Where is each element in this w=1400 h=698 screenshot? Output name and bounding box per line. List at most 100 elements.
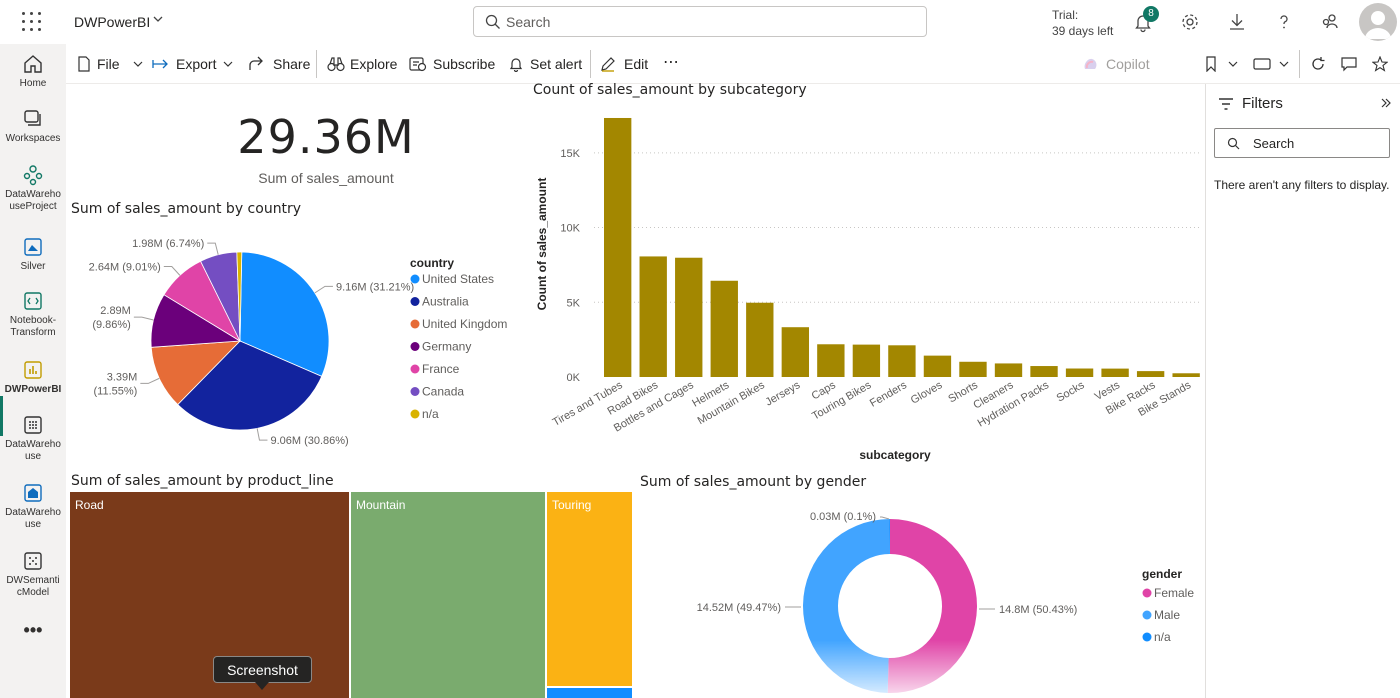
legend-item-female[interactable]: Female <box>1154 586 1194 600</box>
nav-item-datawarehouseproject[interactable]: DataWareho useProject <box>0 164 66 213</box>
workspace-title[interactable]: DWPowerBI <box>74 14 150 30</box>
more-icon[interactable]: ••• <box>0 621 66 639</box>
bar-bottles-and-cages[interactable] <box>675 257 703 377</box>
chevron-down-icon <box>1279 61 1289 67</box>
view-layout-icon <box>1253 58 1271 70</box>
search-input[interactable]: Search <box>473 6 927 37</box>
bar-jerseys[interactable] <box>781 327 810 377</box>
nav-item-notebook-transform[interactable]: Notebook- Transform <box>0 290 66 339</box>
treemap-tile-mountain[interactable] <box>351 492 545 698</box>
legend-item-united-kingdom[interactable]: United Kingdom <box>422 317 507 331</box>
subscribe-icon <box>409 57 427 72</box>
treemap-tile-other-sales[interactable] <box>547 688 632 698</box>
x-tick-label: Fenders <box>868 379 909 410</box>
pie-data-label: (11.55%) <box>94 385 138 397</box>
filters-search-input[interactable]: Search <box>1214 128 1390 158</box>
nav-item-datawarehouse-1[interactable]: DataWareho use <box>0 414 66 463</box>
bar-mountain-bikes[interactable] <box>746 302 774 377</box>
country-pie-title: Sum of sales_amount by country <box>71 201 302 217</box>
bar-caps[interactable] <box>817 344 845 377</box>
filters-pane: Filters Search There aren't any filters … <box>1205 84 1400 698</box>
bar-shorts[interactable] <box>959 361 987 377</box>
bottom-fade-overlay <box>660 640 1205 698</box>
avatar[interactable] <box>1359 3 1397 41</box>
download-icon[interactable] <box>1226 11 1248 33</box>
legend-marker-australia <box>410 297 420 306</box>
nav-item-dwpowerbi[interactable]: DWPowerBI <box>0 359 66 396</box>
filter-icon <box>1219 98 1233 110</box>
legend-marker-female <box>1142 588 1152 598</box>
pie-leader-line <box>163 266 181 276</box>
gear-icon[interactable] <box>1179 11 1201 33</box>
toolbar-divider <box>590 50 591 78</box>
chevron-down-icon[interactable] <box>152 13 164 28</box>
tooltip-pointer <box>255 682 269 690</box>
bar-socks[interactable] <box>1065 368 1094 377</box>
legend-item-canada[interactable]: Canada <box>422 385 464 399</box>
bar-road-bikes[interactable] <box>639 256 667 377</box>
donut-leader-line <box>880 516 890 520</box>
notification-badge: 8 <box>1143 6 1159 22</box>
bar-fenders[interactable] <box>888 345 916 377</box>
share-label: Share <box>273 56 311 72</box>
collapse-chevron-icon[interactable] <box>1380 97 1392 109</box>
nav-item-datawarehouse-2[interactable]: DataWareho use <box>0 482 66 531</box>
pie-data-label: (9.86%) <box>92 319 131 331</box>
dataset-grid-icon <box>24 416 42 434</box>
export-arrow-icon <box>152 59 168 69</box>
bar-gloves[interactable] <box>923 355 952 377</box>
x-axis-title: subcategory <box>859 448 931 462</box>
chevron-down-icon <box>133 61 143 67</box>
legend-item-united-states[interactable]: United States <box>422 272 494 286</box>
report-icon <box>24 361 42 379</box>
bar-touring-bikes[interactable] <box>852 344 881 377</box>
donut-data-label: 14.52M (49.47%) <box>697 602 781 614</box>
nav-item-silver[interactable]: Silver <box>0 236 66 273</box>
nav-label: DataWareho use <box>5 439 61 462</box>
bar-bike-stands[interactable] <box>1172 373 1200 377</box>
pie-data-label: 3.39M <box>107 371 138 383</box>
x-tick-label: Socks <box>1055 379 1087 405</box>
x-tick-label: Gloves <box>909 379 945 407</box>
nav-item-dwsemanticmodel[interactable]: DWSemanti cModel <box>0 550 66 599</box>
nav-item-workspaces[interactable]: Workspaces <box>0 108 66 145</box>
share-icon <box>249 56 263 70</box>
legend-marker-united-kingdom <box>410 319 420 329</box>
legend-item-male[interactable]: Male <box>1154 608 1180 622</box>
bar-helmets[interactable] <box>710 280 738 377</box>
pie-leader-line <box>133 316 154 321</box>
subcategory-bar-chart[interactable]: 0K5K10K15KTires and TubesRoad BikesBottl… <box>530 100 1202 468</box>
legend-item-france[interactable]: France <box>422 362 460 376</box>
legend-marker-germany <box>410 342 420 351</box>
app-launcher-icon[interactable] <box>22 12 42 32</box>
filters-search-placeholder: Search <box>1253 136 1295 151</box>
help-icon[interactable] <box>1273 11 1295 33</box>
bar-tires-and-tubes[interactable] <box>604 117 632 378</box>
bar-hydration-packs[interactable] <box>1030 366 1058 377</box>
donut-data-label: 14.8M (50.43%) <box>999 604 1077 616</box>
subscribe-label: Subscribe <box>433 56 496 72</box>
bar-vests[interactable] <box>1101 368 1129 377</box>
lakehouse-icon <box>24 238 42 256</box>
workspaces-icon <box>24 110 41 126</box>
nav-label: Silver <box>20 261 46 272</box>
legend-item-australia[interactable]: Australia <box>422 295 469 309</box>
country-pie-chart[interactable]: 9.16M (31.21%) 9.06M (30.86%) 3.39M (11.55%… <box>66 222 536 462</box>
search-placeholder: Search <box>506 14 551 30</box>
bar-cleaners[interactable] <box>994 363 1023 377</box>
pie-data-label: 2.64M (9.01%) <box>89 262 161 274</box>
explore-label: Explore <box>350 56 398 72</box>
treemap-tile-touring[interactable] <box>547 492 632 686</box>
more-options-button[interactable]: ⋯ <box>663 52 679 72</box>
bar-bike-racks[interactable] <box>1136 371 1165 377</box>
nav-item-home[interactable]: Home <box>0 53 66 90</box>
x-tick-label: Jerseys <box>763 379 802 409</box>
feedback-people-icon[interactable] <box>1319 11 1341 33</box>
legend-item-n-a[interactable]: n/a <box>422 407 439 421</box>
gender-donut-title: Sum of sales_amount by gender <box>640 474 867 490</box>
trial-status: Trial: 39 days left <box>1052 7 1113 39</box>
pie-data-label: 2.89M <box>100 305 131 317</box>
product-line-treemap[interactable]: Road Mountain Touring <box>70 492 633 698</box>
legend-item-germany[interactable]: Germany <box>422 340 471 354</box>
search-icon <box>1227 137 1240 150</box>
